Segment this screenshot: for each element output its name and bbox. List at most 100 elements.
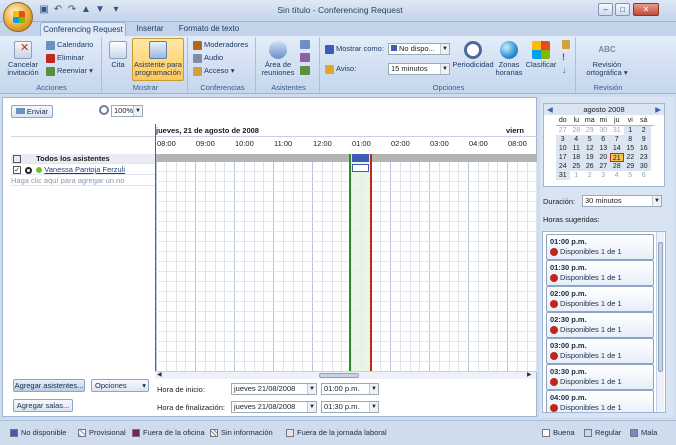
calendar-day[interactable]: 8 bbox=[623, 135, 637, 144]
tab-formato-texto[interactable]: Formato de texto bbox=[174, 22, 244, 36]
show-as-dropdown[interactable]: No dispo... ▼ bbox=[388, 43, 450, 55]
calendar-day[interactable]: 24 bbox=[556, 162, 570, 171]
add-rooms-button[interactable]: Agregar salas... bbox=[13, 399, 73, 412]
free-busy-row[interactable] bbox=[156, 263, 537, 272]
select-all-checkbox[interactable] bbox=[13, 155, 21, 163]
response-options-icon[interactable] bbox=[300, 66, 310, 75]
suggestions-scroll-thumb[interactable] bbox=[658, 242, 663, 372]
horizontal-scrollbar[interactable]: ◀ ▶ bbox=[155, 371, 536, 379]
zoom-dropdown[interactable]: 100% ▼ bbox=[111, 105, 143, 117]
free-busy-row[interactable] bbox=[156, 203, 537, 212]
free-busy-row[interactable] bbox=[156, 193, 537, 202]
calendar-day[interactable]: 19 bbox=[583, 153, 597, 162]
up-arrow-icon[interactable]: ▲ bbox=[80, 4, 92, 16]
free-busy-row[interactable] bbox=[156, 313, 537, 322]
address-book-icon[interactable] bbox=[300, 40, 310, 49]
calendar-day[interactable]: 6 bbox=[637, 171, 651, 180]
start-date-picker[interactable]: jueves 21/08/2008 ▼ bbox=[231, 383, 317, 395]
time-zones-button[interactable]: Zonas horarias bbox=[494, 41, 524, 77]
cancel-invitation-button[interactable]: ✕ Cancelar invitación bbox=[6, 41, 40, 77]
next-month-icon[interactable]: ▶ bbox=[655, 104, 661, 115]
calendar-day[interactable]: 3 bbox=[556, 135, 570, 144]
close-button[interactable]: ✕ bbox=[633, 3, 659, 16]
selected-meeting-range[interactable] bbox=[350, 154, 370, 371]
minimize-button[interactable]: – bbox=[598, 3, 613, 16]
calendar-day[interactable]: 13 bbox=[596, 144, 610, 153]
suggested-time[interactable]: 03:00 p.m. Disponibles 1 de 1 bbox=[546, 338, 654, 364]
calendar-day[interactable]: 6 bbox=[596, 135, 610, 144]
send-button[interactable]: Enviar bbox=[11, 105, 53, 118]
calendar-day[interactable]: 9 bbox=[637, 135, 651, 144]
calendar-day[interactable]: 7 bbox=[610, 135, 624, 144]
calendar-day[interactable]: 20 bbox=[596, 153, 610, 162]
end-date-picker[interactable]: jueves 21/08/2008 ▼ bbox=[231, 401, 317, 413]
free-busy-row[interactable] bbox=[156, 173, 537, 182]
tab-insertar[interactable]: Insertar bbox=[128, 22, 172, 36]
free-busy-row[interactable] bbox=[156, 283, 537, 292]
prev-month-icon[interactable]: ◀ bbox=[547, 104, 553, 115]
scroll-right-icon[interactable]: ▶ bbox=[527, 372, 532, 379]
options-dropdown[interactable]: Opciones ▾ bbox=[91, 379, 149, 392]
calendar-day[interactable]: 29 bbox=[623, 162, 637, 171]
calendar-day[interactable]: 31 bbox=[610, 126, 624, 135]
calendar-day[interactable]: 29 bbox=[583, 126, 597, 135]
calendar-day[interactable]: 1 bbox=[570, 171, 584, 180]
meeting-end-line[interactable] bbox=[370, 154, 372, 371]
audio-button[interactable]: Audio bbox=[193, 53, 223, 63]
attendee-row[interactable]: ✓ Vanessa Pantoja Ferzuli bbox=[11, 165, 155, 175]
access-button[interactable]: Acceso ▾ bbox=[193, 66, 234, 76]
calendar-day[interactable]: 10 bbox=[556, 144, 570, 153]
calendar-button[interactable]: Calendario bbox=[46, 40, 93, 50]
calendar-day[interactable]: 31 bbox=[556, 171, 570, 180]
meeting-start-line[interactable] bbox=[349, 154, 351, 371]
delete-button[interactable]: Eliminar bbox=[46, 53, 84, 63]
suggested-time[interactable]: 04:00 p.m. Disponibles 1 de 1 bbox=[546, 390, 654, 412]
calendar-day[interactable]: 5 bbox=[624, 171, 638, 180]
reminder-dropdown[interactable]: 15 minutos ▼ bbox=[388, 63, 450, 75]
calendar-day[interactable]: 21 bbox=[610, 153, 624, 162]
calendar-day[interactable]: 15 bbox=[623, 144, 637, 153]
attendee-checkbox[interactable]: ✓ bbox=[13, 166, 21, 174]
moderators-button[interactable]: Moderadores bbox=[193, 40, 248, 50]
suggestions-scrollbar[interactable] bbox=[656, 232, 664, 412]
calendar-day[interactable]: 4 bbox=[569, 135, 583, 144]
cita-button[interactable]: Cita bbox=[106, 41, 130, 69]
free-busy-row[interactable] bbox=[156, 293, 537, 302]
redo-icon[interactable]: ↷ bbox=[66, 4, 78, 16]
tab-conferencing-request[interactable]: Conferencing Request bbox=[40, 22, 126, 36]
calendar-day[interactable]: 27 bbox=[556, 126, 570, 135]
recurrence-button[interactable]: Periodicidad bbox=[452, 41, 494, 69]
spelling-button[interactable]: ABC Revisión ortográfica ▾ bbox=[580, 41, 634, 77]
calendar-day[interactable]: 16 bbox=[637, 144, 651, 153]
meeting-workspace-button[interactable]: Área de reuniones bbox=[260, 41, 296, 77]
add-attendee-row[interactable]: Haga clic aquí para agregar un no bbox=[11, 176, 155, 186]
categorize-button[interactable]: Clasificar bbox=[524, 41, 558, 69]
calendar-day[interactable]: 17 bbox=[556, 153, 570, 162]
calendar-day[interactable]: 27 bbox=[596, 162, 610, 171]
calendar-day[interactable]: 22 bbox=[623, 153, 637, 162]
free-busy-row[interactable] bbox=[156, 273, 537, 282]
suggested-time[interactable]: 01:00 p.m. Disponibles 1 de 1 bbox=[546, 234, 654, 260]
calendar-day[interactable]: 4 bbox=[610, 171, 624, 180]
suggested-time[interactable]: 02:30 p.m. Disponibles 1 de 1 bbox=[546, 312, 654, 338]
lock-icon[interactable] bbox=[562, 40, 570, 49]
down-arrow-icon[interactable]: ▼ bbox=[94, 4, 106, 16]
start-time-picker[interactable]: 01:00 p.m. ▼ bbox=[321, 383, 379, 395]
scroll-thumb[interactable] bbox=[319, 373, 359, 378]
calendar-day[interactable]: 26 bbox=[583, 162, 597, 171]
scroll-left-icon[interactable]: ◀ bbox=[157, 372, 162, 379]
free-busy-row[interactable] bbox=[156, 243, 537, 252]
calendar-day[interactable]: 28 bbox=[610, 162, 624, 171]
calendar-day[interactable]: 2 bbox=[637, 126, 651, 135]
office-button[interactable] bbox=[3, 2, 33, 32]
free-busy-row[interactable] bbox=[156, 323, 537, 332]
free-busy-row[interactable] bbox=[156, 333, 537, 342]
calendar-day[interactable]: 18 bbox=[569, 153, 583, 162]
calendar-day[interactable]: 12 bbox=[583, 144, 597, 153]
add-attendees-button[interactable]: Agregar asistentes... bbox=[13, 379, 85, 392]
high-importance-icon[interactable]: ! bbox=[562, 53, 570, 62]
calendar-day[interactable]: 3 bbox=[597, 171, 611, 180]
calendar-day[interactable]: 5 bbox=[583, 135, 597, 144]
duration-dropdown[interactable]: 30 minutos ▼ bbox=[582, 195, 662, 207]
scheduling-assistant-button[interactable]: Asistente para programación bbox=[132, 38, 184, 81]
